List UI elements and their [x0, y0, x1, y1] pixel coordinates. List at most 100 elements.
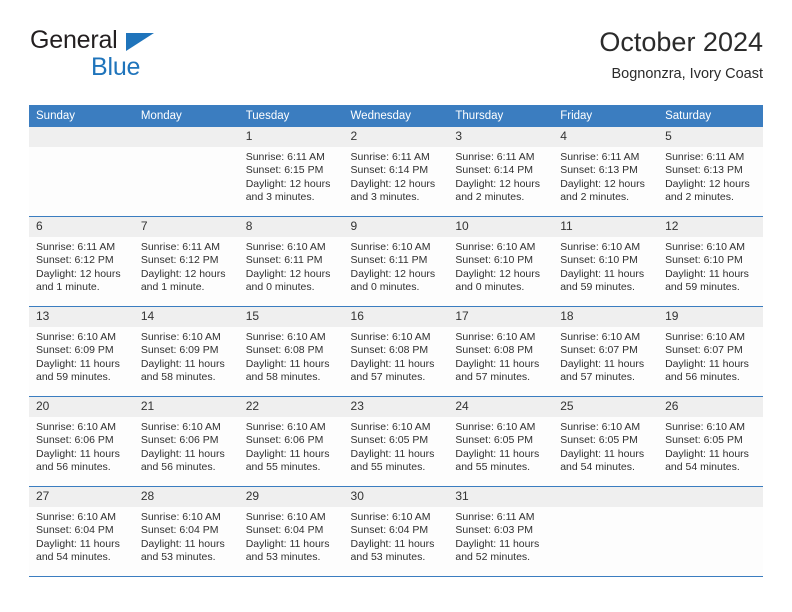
daylight-text-line2: and 57 minutes. — [455, 371, 531, 384]
day-number: 14 — [133, 307, 239, 327]
sunset-text: Sunset: 6:10 PM — [560, 254, 638, 267]
sunrise-text: Sunrise: 6:11 AM — [455, 151, 535, 163]
daylight-text-line1: Daylight: 11 hours — [140, 537, 225, 550]
daylight-text-line1: Daylight: 11 hours — [350, 537, 435, 550]
daylight-text-line2: and 53 minutes. — [140, 551, 216, 564]
day-cell[interactable]: 4 Sunrise: 6:11 AM Sunset: 6:13 PM Dayli… — [553, 127, 659, 217]
calendar-week-row: 6 Sunrise: 6:11 AM Sunset: 6:12 PM Dayli… — [29, 216, 763, 307]
day-cell[interactable]: 30 Sunrise: 6:10 AM Sunset: 6:04 PM Dayl… — [343, 486, 449, 577]
day-cell[interactable]: 16 Sunrise: 6:10 AM Sunset: 6:08 PM Dayl… — [343, 306, 449, 397]
day-number: 4 — [553, 127, 659, 147]
daylight-text-line1: Daylight: 12 hours — [665, 177, 750, 190]
day-cell[interactable]: 12 Sunrise: 6:10 AM Sunset: 6:10 PM Dayl… — [658, 216, 763, 307]
daylight-text-line1: Daylight: 12 hours — [140, 267, 226, 280]
daylight-text-line1: Daylight: 11 hours — [36, 447, 120, 460]
day-cell[interactable]: 18 Sunrise: 6:10 AM Sunset: 6:07 PM Dayl… — [553, 306, 659, 397]
day-cell[interactable]: 11 Sunrise: 6:10 AM Sunset: 6:10 PM Dayl… — [553, 216, 659, 307]
daylight-text-line1: Daylight: 11 hours — [140, 447, 225, 460]
sunset-text: Sunset: 6:06 PM — [245, 434, 324, 447]
day-details: Sunrise: 6:10 AM Sunset: 6:06 PM Dayligh… — [239, 417, 344, 475]
day-cell[interactable]: 26 Sunrise: 6:10 AM Sunset: 6:05 PM Dayl… — [658, 396, 763, 487]
daylight-text-line1: Daylight: 12 hours — [350, 177, 436, 190]
day-cell[interactable]: 21 Sunrise: 6:10 AM Sunset: 6:06 PM Dayl… — [133, 396, 239, 487]
day-number: 12 — [658, 217, 763, 237]
sunrise-text: Sunrise: 6:10 AM — [140, 511, 221, 523]
sunset-text: Sunset: 6:04 PM — [245, 524, 324, 537]
daylight-text-line2: and 55 minutes. — [455, 461, 531, 474]
day-cell[interactable]: 17 Sunrise: 6:10 AM Sunset: 6:08 PM Dayl… — [448, 306, 554, 397]
sunrise-text: Sunrise: 6:10 AM — [350, 241, 431, 253]
day-number: 26 — [658, 397, 763, 417]
day-cell[interactable]: 13 Sunrise: 6:10 AM Sunset: 6:09 PM Dayl… — [29, 306, 134, 397]
daylight-text-line2: and 59 minutes. — [36, 371, 111, 384]
day-cell[interactable]: 19 Sunrise: 6:10 AM Sunset: 6:07 PM Dayl… — [658, 306, 763, 397]
general-blue-logo[interactable]: General Blue — [29, 26, 259, 90]
day-cell[interactable]: 7 Sunrise: 6:11 AM Sunset: 6:12 PM Dayli… — [133, 216, 239, 307]
sunrise-text: Sunrise: 6:10 AM — [245, 421, 326, 433]
day-cell[interactable]: 22 Sunrise: 6:10 AM Sunset: 6:06 PM Dayl… — [238, 396, 344, 487]
daylight-text-line2: and 54 minutes. — [36, 551, 111, 564]
day-number: 27 — [29, 487, 134, 507]
daylight-text-line2: and 56 minutes. — [140, 461, 216, 474]
day-cell[interactable] — [658, 486, 763, 577]
day-cell[interactable]: 29 Sunrise: 6:10 AM Sunset: 6:04 PM Dayl… — [238, 486, 344, 577]
sunset-text: Sunset: 6:14 PM — [350, 164, 429, 177]
sunrise-text: Sunrise: 6:11 AM — [665, 151, 745, 163]
day-cell[interactable]: 23 Sunrise: 6:10 AM Sunset: 6:05 PM Dayl… — [343, 396, 449, 487]
daylight-text-line1: Daylight: 12 hours — [245, 267, 331, 280]
sunrise-text: Sunrise: 6:11 AM — [455, 511, 535, 523]
day-details: Sunrise: 6:10 AM Sunset: 6:10 PM Dayligh… — [448, 237, 553, 295]
sunrise-text: Sunrise: 6:10 AM — [350, 421, 431, 433]
daylight-text-line1: Daylight: 12 hours — [455, 267, 541, 280]
logo-text-general: General — [30, 26, 118, 54]
daylight-text-line2: and 54 minutes. — [560, 461, 635, 474]
day-cell[interactable] — [553, 486, 659, 577]
day-details: Sunrise: 6:10 AM Sunset: 6:04 PM Dayligh… — [239, 507, 344, 565]
daylight-text-line2: and 58 minutes. — [140, 371, 216, 384]
day-details: Sunrise: 6:10 AM Sunset: 6:04 PM Dayligh… — [29, 507, 134, 565]
day-number: 1 — [238, 127, 344, 147]
sunrise-text: Sunrise: 6:10 AM — [36, 331, 116, 343]
daylight-text-line2: and 57 minutes. — [560, 371, 635, 384]
day-cell[interactable]: 20 Sunrise: 6:10 AM Sunset: 6:06 PM Dayl… — [29, 396, 134, 487]
sunset-text: Sunset: 6:03 PM — [455, 524, 534, 537]
day-details: Sunrise: 6:11 AM Sunset: 6:13 PM Dayligh… — [658, 147, 763, 205]
day-cell[interactable]: 9 Sunrise: 6:10 AM Sunset: 6:11 PM Dayli… — [343, 216, 449, 307]
calendar-page: General Blue October 2024 Bognonzra, Ivo… — [0, 0, 792, 612]
day-number: 29 — [238, 487, 344, 507]
daylight-text-line1: Daylight: 12 hours — [560, 177, 645, 190]
day-cell[interactable]: 14 Sunrise: 6:10 AM Sunset: 6:09 PM Dayl… — [133, 306, 239, 397]
daylight-text-line2: and 0 minutes. — [455, 281, 525, 294]
day-cell[interactable] — [29, 127, 134, 217]
calendar-head: Sunday Monday Tuesday Wednesday Thursday… — [29, 105, 763, 127]
day-details — [134, 147, 239, 151]
day-cell[interactable]: 6 Sunrise: 6:11 AM Sunset: 6:12 PM Dayli… — [29, 216, 134, 307]
day-cell[interactable]: 10 Sunrise: 6:10 AM Sunset: 6:10 PM Dayl… — [448, 216, 554, 307]
day-cell[interactable]: 2 Sunrise: 6:11 AM Sunset: 6:14 PM Dayli… — [343, 127, 449, 217]
day-details: Sunrise: 6:10 AM Sunset: 6:09 PM Dayligh… — [134, 327, 239, 385]
sunset-text: Sunset: 6:09 PM — [140, 344, 219, 357]
day-cell[interactable]: 31 Sunrise: 6:11 AM Sunset: 6:03 PM Dayl… — [448, 486, 554, 577]
day-cell[interactable] — [133, 127, 239, 217]
sunrise-text: Sunrise: 6:11 AM — [350, 151, 430, 163]
day-cell[interactable]: 15 Sunrise: 6:10 AM Sunset: 6:08 PM Dayl… — [238, 306, 344, 397]
sunset-text: Sunset: 6:14 PM — [455, 164, 534, 177]
day-cell[interactable]: 8 Sunrise: 6:10 AM Sunset: 6:11 PM Dayli… — [238, 216, 344, 307]
day-cell[interactable]: 1 Sunrise: 6:11 AM Sunset: 6:15 PM Dayli… — [238, 127, 344, 217]
calendar-table: Sunday Monday Tuesday Wednesday Thursday… — [29, 105, 763, 577]
daylight-text-line2: and 2 minutes. — [560, 191, 630, 204]
sunrise-text: Sunrise: 6:10 AM — [455, 331, 536, 343]
day-cell[interactable]: 24 Sunrise: 6:10 AM Sunset: 6:05 PM Dayl… — [448, 396, 554, 487]
day-cell[interactable]: 28 Sunrise: 6:10 AM Sunset: 6:04 PM Dayl… — [133, 486, 239, 577]
daylight-text-line1: Daylight: 11 hours — [36, 537, 120, 550]
daylight-text-line2: and 58 minutes. — [245, 371, 321, 384]
day-number: 25 — [553, 397, 659, 417]
sunset-text: Sunset: 6:07 PM — [560, 344, 638, 357]
day-cell[interactable]: 5 Sunrise: 6:11 AM Sunset: 6:13 PM Dayli… — [658, 127, 763, 217]
day-cell[interactable]: 3 Sunrise: 6:11 AM Sunset: 6:14 PM Dayli… — [448, 127, 554, 217]
day-cell[interactable]: 27 Sunrise: 6:10 AM Sunset: 6:04 PM Dayl… — [29, 486, 134, 577]
day-number — [658, 487, 763, 507]
daylight-text-line1: Daylight: 11 hours — [245, 357, 330, 370]
day-details: Sunrise: 6:10 AM Sunset: 6:07 PM Dayligh… — [553, 327, 658, 385]
day-cell[interactable]: 25 Sunrise: 6:10 AM Sunset: 6:05 PM Dayl… — [553, 396, 659, 487]
